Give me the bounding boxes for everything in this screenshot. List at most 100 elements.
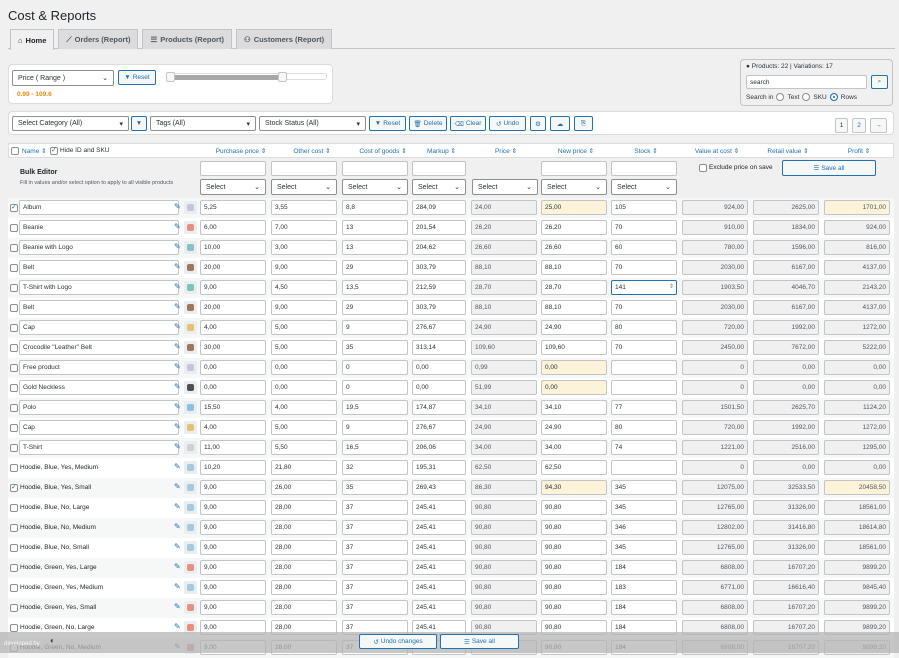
search-button[interactable]: ⌕ <box>871 75 888 89</box>
new-price-input[interactable]: 0,00 <box>541 380 607 395</box>
purchase-price-input[interactable]: 9,00 <box>200 580 266 595</box>
cost-of-goods-input[interactable]: 13 <box>342 220 408 235</box>
new-price-input[interactable]: 24,90 <box>541 420 607 435</box>
bulk-markup-select[interactable]: Select ⌄ <box>412 179 466 195</box>
radio-text[interactable] <box>776 93 785 101</box>
product-name-input[interactable]: Gold Neckless <box>19 380 179 395</box>
other-cost-input[interactable]: 5,00 <box>271 420 337 435</box>
new-price-input[interactable]: 24,90 <box>541 320 607 335</box>
markup-input[interactable]: 212,59 <box>412 280 466 295</box>
new-price-input[interactable]: 0,00 <box>541 360 607 375</box>
edit-icon[interactable]: ✎ <box>174 382 181 391</box>
purchase-price-input[interactable]: 10,20 <box>200 460 266 475</box>
stock-input[interactable]: 80 <box>611 320 677 335</box>
cost-of-goods-input[interactable]: 0 <box>342 360 408 375</box>
cost-of-goods-input[interactable]: 37 <box>342 560 408 575</box>
cost-of-goods-input[interactable]: 0 <box>342 380 408 395</box>
stock-input[interactable]: 184 <box>611 600 677 615</box>
row-checkbox[interactable] <box>10 384 18 392</box>
edit-icon[interactable]: ✎ <box>174 482 181 491</box>
bulk-cogs-select[interactable]: Select ⌄ <box>342 179 408 195</box>
product-name-input[interactable]: Cap <box>19 320 179 335</box>
row-checkbox[interactable] <box>10 624 18 632</box>
new-price-input[interactable]: 28,70 <box>541 280 607 295</box>
stock-input[interactable]: 183 <box>611 580 677 595</box>
other-cost-input[interactable]: 21,80 <box>271 460 337 475</box>
markup-input[interactable]: 174,87 <box>412 400 466 415</box>
cost-of-goods-input[interactable]: 13,5 <box>342 280 408 295</box>
row-checkbox[interactable] <box>10 244 18 252</box>
row-checkbox[interactable] <box>10 224 18 232</box>
undo-changes-button[interactable]: ↺ Undo changes <box>359 634 437 649</box>
category-select[interactable]: Select Category (All) ▾ <box>12 116 129 131</box>
new-price-input[interactable]: 26,20 <box>541 220 607 235</box>
other-cost-input[interactable]: 0,00 <box>271 360 337 375</box>
other-cost-input[interactable]: 9,00 <box>271 260 337 275</box>
edit-icon[interactable]: ✎ <box>174 362 181 371</box>
slider-handle-min[interactable] <box>166 72 175 82</box>
search-input[interactable]: search <box>746 75 867 89</box>
other-cost-input[interactable]: 5,00 <box>271 320 337 335</box>
tab-orders[interactable]: ⟋ Orders (Report) <box>58 29 139 49</box>
sort-price[interactable]: Price ⇕ <box>473 147 539 155</box>
edit-icon[interactable]: ✎ <box>174 502 181 511</box>
other-cost-input[interactable]: 3,55 <box>271 200 337 215</box>
sort-value-at-cost[interactable]: Value at cost ⇕ <box>684 147 750 155</box>
edit-icon[interactable]: ✎ <box>174 442 181 451</box>
cost-of-goods-input[interactable]: 35 <box>342 340 408 355</box>
product-name-input[interactable]: Polo <box>19 400 179 415</box>
bulk-cogs-input[interactable] <box>342 161 408 176</box>
settings-button[interactable]: ⚙ <box>530 116 546 131</box>
price-reset-button[interactable]: ▼ Reset <box>118 70 156 85</box>
bulk-stock-select[interactable]: Select ⌄ <box>611 179 677 195</box>
other-cost-input[interactable]: 9,00 <box>271 300 337 315</box>
new-price-input[interactable]: 34,00 <box>541 440 607 455</box>
sort-retail-value[interactable]: Retail value ⇕ <box>755 147 821 155</box>
bulk-stock-input[interactable] <box>611 161 677 176</box>
purchase-price-input[interactable]: 9,00 <box>200 560 266 575</box>
page-1-button[interactable]: 1 <box>835 118 848 133</box>
edit-icon[interactable]: ✎ <box>174 422 181 431</box>
markup-input[interactable]: 245,41 <box>412 520 466 535</box>
undo-button[interactable]: ↺ Undo <box>489 116 526 131</box>
purchase-price-input[interactable]: 9,00 <box>200 540 266 555</box>
sort-stock[interactable]: Stock ⇕ <box>613 147 679 155</box>
stock-input[interactable]: 345 <box>611 540 677 555</box>
hide-id-sku-checkbox[interactable] <box>50 146 58 155</box>
new-price-input[interactable]: 90,80 <box>541 500 607 515</box>
filter-button[interactable]: ▼ <box>131 116 147 131</box>
other-cost-input[interactable]: 4,50 <box>271 280 337 295</box>
select-all-checkbox[interactable] <box>11 147 19 155</box>
bulk-new-price-select[interactable]: Select ⌄ <box>541 179 607 195</box>
other-cost-input[interactable]: 7,00 <box>271 220 337 235</box>
markup-input[interactable]: 276,67 <box>412 320 466 335</box>
product-name-input[interactable]: Belt <box>19 260 179 275</box>
other-cost-input[interactable]: 5,00 <box>271 340 337 355</box>
new-price-input[interactable]: 62,50 <box>541 460 607 475</box>
bulk-new-price-input[interactable] <box>541 161 607 176</box>
cost-of-goods-input[interactable]: 29 <box>342 260 408 275</box>
new-price-input[interactable]: 94,30 <box>541 480 607 495</box>
markup-input[interactable]: 0,00 <box>412 360 466 375</box>
stock-input[interactable]: 77 <box>611 400 677 415</box>
markup-input[interactable]: 245,41 <box>412 500 466 515</box>
bulk-other-input[interactable] <box>271 161 337 176</box>
clear-button[interactable]: ⌫ Clear <box>450 116 486 131</box>
product-name-input[interactable]: Beanie with Logo <box>19 240 179 255</box>
new-price-input[interactable]: 26,60 <box>541 240 607 255</box>
stock-input[interactable]: 70 <box>611 260 677 275</box>
stock-input[interactable]: 105 <box>611 200 677 215</box>
row-checkbox[interactable] <box>10 404 18 412</box>
sort-cost-of-goods[interactable]: Cost of goods ⇕ <box>350 147 416 155</box>
tab-home[interactable]: ⌂ Home <box>10 29 55 50</box>
stock-input[interactable]: 74 <box>611 440 677 455</box>
new-price-input[interactable]: 90,80 <box>541 560 607 575</box>
markup-input[interactable]: 276,67 <box>412 420 466 435</box>
edit-icon[interactable]: ✎ <box>174 222 181 231</box>
purchase-price-input[interactable]: 9,00 <box>200 280 266 295</box>
markup-input[interactable]: 303,79 <box>412 300 466 315</box>
row-checkbox[interactable] <box>10 304 18 312</box>
purchase-price-input[interactable]: 10,00 <box>200 240 266 255</box>
tags-select[interactable]: Tags (All) ▾ <box>150 116 256 131</box>
bulk-price-select[interactable]: Select ⌄ <box>472 179 538 195</box>
